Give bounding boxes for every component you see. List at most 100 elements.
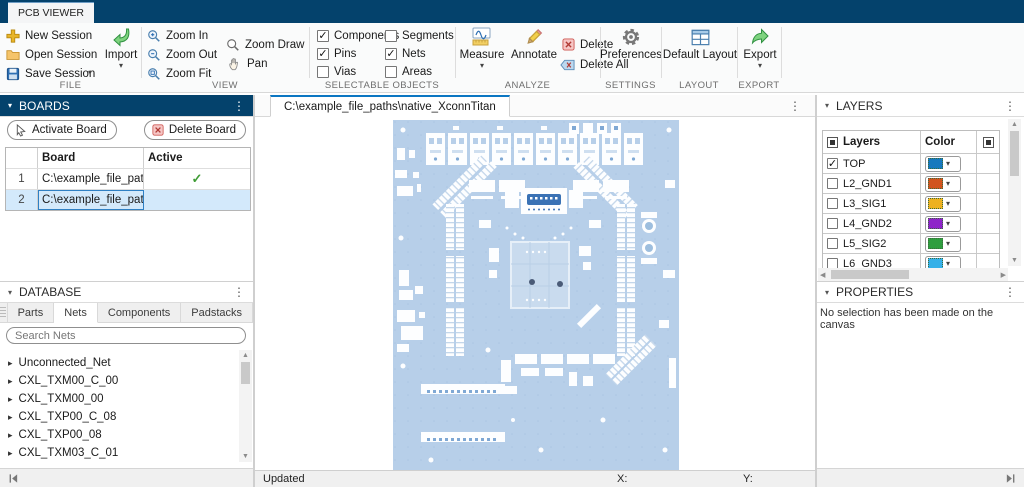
activate-board-button[interactable]: Activate Board — [7, 120, 117, 140]
pcb-canvas[interactable] — [255, 117, 815, 470]
zoom-draw-button[interactable]: Zoom Draw — [226, 36, 304, 53]
net-item[interactable]: ▸CXL_TXP00_C_08 — [8, 408, 116, 426]
tree-expand-icon[interactable]: ▸ — [8, 394, 13, 405]
scrollbar-thumb[interactable] — [1010, 131, 1019, 176]
document-tab[interactable]: C:\example_file_paths\native_XconnTitan — [270, 95, 510, 117]
nets-vertical-scrollbar[interactable]: ▲ ▼ — [239, 350, 252, 462]
pan-button[interactable]: Pan — [228, 55, 267, 72]
layers-panel-header[interactable]: ▾ LAYERS ⋮ — [817, 95, 1024, 117]
boards-panel-header[interactable]: ▾ BOARDS ⋮ — [0, 95, 253, 117]
color-dropdown-caret[interactable]: ▾ — [946, 260, 950, 268]
scroll-up-icon[interactable]: ▲ — [239, 352, 252, 359]
layer-visibility-checkbox[interactable]: ✓ — [827, 218, 838, 229]
collapse-icon[interactable]: ▾ — [825, 288, 829, 297]
collapse-icon[interactable]: ▾ — [8, 101, 12, 110]
layers-menu-icon[interactable]: ⋮ — [1004, 99, 1016, 113]
tree-expand-icon[interactable]: ▸ — [8, 430, 13, 441]
board-row-1[interactable]: 1 C:\example_file_paths\... ✓ — [6, 168, 250, 189]
properties-menu-icon[interactable]: ⋮ — [1004, 285, 1016, 299]
measure-button[interactable]: Measure ▾ — [458, 26, 506, 70]
net-item[interactable]: ▸CXL_TXM00_00 — [8, 390, 104, 408]
import-dropdown-caret[interactable]: ▾ — [119, 62, 123, 70]
layer-row-top[interactable]: ✓TOP ▾ — [823, 153, 999, 173]
layers-vertical-scrollbar[interactable]: ▲ ▼ — [1008, 119, 1021, 266]
color-dropdown-caret[interactable]: ▾ — [946, 220, 950, 228]
tree-expand-icon[interactable]: ▸ — [8, 376, 13, 387]
tab-components[interactable]: Components — [98, 303, 181, 322]
open-session-button[interactable]: Open Session — [6, 46, 97, 63]
segments-checkbox[interactable]: ✓ Segments — [385, 28, 454, 44]
vias-checkbox[interactable]: ✓ Vias — [317, 64, 356, 80]
layer-row-l5-sig2[interactable]: ✓L5_SIG2 ▾ — [823, 233, 999, 253]
tab-parts[interactable]: Parts — [8, 303, 55, 322]
collapse-icon[interactable]: ▾ — [8, 288, 12, 297]
app-tab-pcb-viewer[interactable]: PCB VIEWER — [8, 2, 94, 23]
export-dropdown-caret[interactable]: ▾ — [758, 62, 762, 70]
board-row-2[interactable]: 2 C:\example_file_paths\... — [6, 189, 250, 210]
document-menu-icon[interactable]: ⋮ — [789, 99, 801, 113]
layer-color-picker[interactable]: ▾ — [925, 196, 961, 212]
collapse-icon[interactable]: ▾ — [825, 101, 829, 110]
color-dropdown-caret[interactable]: ▾ — [946, 200, 950, 208]
tab-padstacks[interactable]: Padstacks — [181, 303, 253, 322]
scroll-left-icon[interactable]: ◀ — [820, 271, 825, 279]
layers-horizontal-scrollbar[interactable]: ◀ ▶ — [818, 268, 1008, 281]
scroll-down-icon[interactable]: ▼ — [239, 453, 252, 460]
database-menu-icon[interactable]: ⋮ — [233, 285, 245, 299]
save-session-dropdown-caret[interactable]: ▾ — [88, 69, 92, 77]
layer-visibility-checkbox[interactable]: ✓ — [827, 198, 838, 209]
scrollbar-thumb[interactable] — [831, 270, 909, 279]
tree-expand-icon[interactable]: ▸ — [8, 358, 13, 369]
color-dropdown-caret[interactable]: ▾ — [946, 160, 950, 168]
pcb-board-image[interactable] — [393, 120, 679, 470]
board-column-header: Board — [38, 148, 144, 168]
layer-row-l3-sig1[interactable]: ✓L3_SIG1 ▾ — [823, 193, 999, 213]
properties-panel-header[interactable]: ▾ PROPERTIES ⋮ — [817, 281, 1024, 303]
delete-board-button[interactable]: Delete Board — [144, 120, 246, 140]
layer-color-picker[interactable]: ▾ — [925, 176, 961, 192]
tab-nets[interactable]: Nets — [54, 303, 98, 323]
pins-checkbox[interactable]: ✓ Pins — [317, 46, 356, 62]
layer-row-l4-gnd2[interactable]: ✓L4_GND2 ▾ — [823, 213, 999, 233]
tree-expand-icon[interactable]: ▸ — [8, 412, 13, 423]
color-dropdown-caret[interactable]: ▾ — [946, 180, 950, 188]
board-path[interactable]: C:\example_file_paths\... — [38, 169, 144, 189]
areas-checkbox[interactable]: ✓ Areas — [385, 64, 432, 80]
preferences-button[interactable]: Preferences — [602, 26, 660, 61]
tree-expand-icon[interactable]: ▸ — [8, 448, 13, 459]
net-item[interactable]: ▸Unconnected_Net — [8, 354, 111, 372]
default-layout-button[interactable]: Default Layout — [664, 26, 736, 61]
net-item[interactable]: ▸CXL_TXM00_C_00 — [8, 372, 118, 390]
scroll-down-icon[interactable]: ▼ — [1008, 257, 1021, 264]
skip-to-start-icon[interactable] — [8, 473, 19, 484]
boards-menu-icon[interactable]: ⋮ — [233, 99, 245, 113]
layer-visibility-checkbox[interactable]: ✓ — [827, 158, 838, 169]
tab-grip[interactable] — [0, 303, 8, 322]
scroll-up-icon[interactable]: ▲ — [1008, 121, 1021, 128]
import-button[interactable]: Import ▾ — [102, 26, 140, 70]
layer-color-picker[interactable]: ▾ — [925, 216, 961, 232]
layer-color-picker[interactable]: ▾ — [925, 236, 961, 252]
scroll-right-icon[interactable]: ▶ — [1001, 271, 1006, 279]
database-panel-header[interactable]: ▾ DATABASE ⋮ — [0, 281, 253, 303]
skip-to-end-icon[interactable] — [1005, 473, 1016, 484]
select-all-layers-checkbox[interactable] — [827, 137, 838, 148]
select-all-extra-checkbox[interactable] — [983, 137, 994, 148]
zoom-in-button[interactable]: Zoom In — [147, 27, 208, 44]
nets-checkbox[interactable]: ✓ Nets — [385, 46, 426, 62]
layer-visibility-checkbox[interactable]: ✓ — [827, 238, 838, 249]
new-session-button[interactable]: New Session — [6, 27, 92, 44]
net-item[interactable]: ▸CXL_TXM03_C_01 — [8, 444, 118, 461]
zoom-out-button[interactable]: Zoom Out — [147, 46, 217, 63]
search-nets-input[interactable] — [6, 327, 246, 344]
annotate-button[interactable]: Annotate — [508, 26, 560, 61]
export-button[interactable]: Export ▾ — [739, 26, 781, 70]
color-dropdown-caret[interactable]: ▾ — [946, 240, 950, 248]
layer-color-picker[interactable]: ▾ — [925, 156, 961, 172]
scrollbar-thumb[interactable] — [241, 362, 250, 384]
measure-dropdown-caret[interactable]: ▾ — [480, 62, 484, 70]
layer-visibility-checkbox[interactable]: ✓ — [827, 178, 838, 189]
net-item[interactable]: ▸CXL_TXP00_08 — [8, 426, 102, 444]
layer-row-l2-gnd1[interactable]: ✓L2_GND1 ▾ — [823, 173, 999, 193]
board-path[interactable]: C:\example_file_paths\... — [38, 190, 144, 210]
